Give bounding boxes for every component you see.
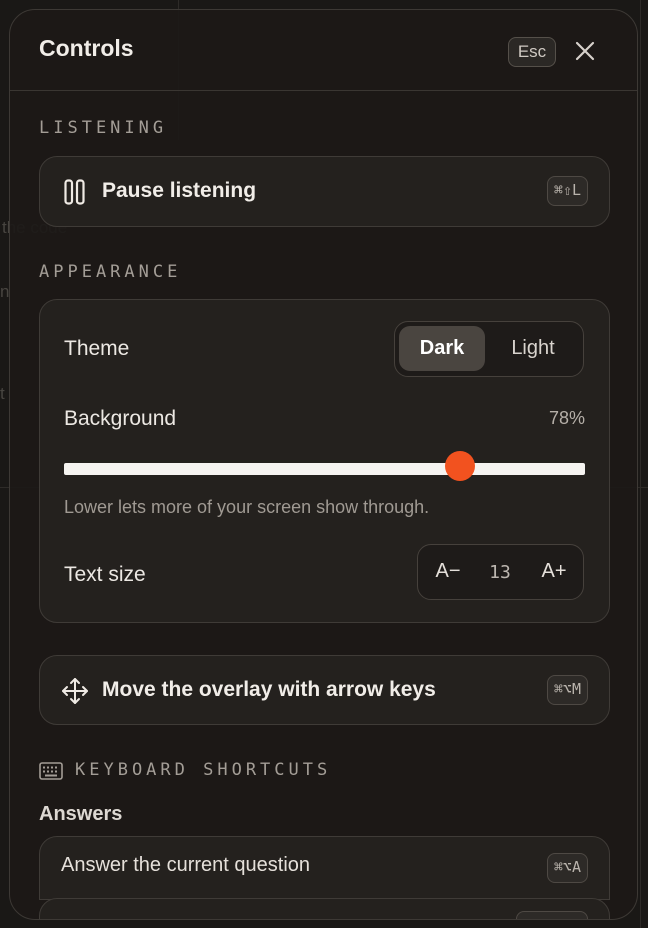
shortcuts-section-label: KEYBOARD SHORTCUTS (75, 760, 332, 780)
text-size-increase-button[interactable]: A+ (526, 545, 582, 598)
background-hint: Lower lets more of your screen show thro… (64, 497, 430, 517)
shortcut-row-label: Answer the current question (61, 854, 311, 876)
theme-option-dark[interactable]: Dark (399, 326, 485, 371)
shortcut-row[interactable] (39, 898, 610, 919)
text-size-decrease-button[interactable]: A− (420, 545, 476, 598)
move-overlay-button[interactable]: Move the overlay with arrow keys ⌘⌥M (39, 655, 610, 725)
move-arrows-icon (62, 678, 88, 704)
pause-icon (64, 179, 85, 205)
pause-shortcut-hint: ⌘⇧L (546, 176, 588, 206)
close-icon[interactable] (573, 39, 597, 63)
background-percentage: 78% (548, 408, 585, 428)
move-shortcut-hint: ⌘⌥M (546, 675, 588, 705)
keyboard-icon (39, 762, 63, 780)
controls-panel: Controls Esc LISTENING Pause listening ⌘… (9, 9, 638, 920)
text-size-stepper: A− 13 A+ (417, 544, 584, 600)
background-slider[interactable] (64, 463, 585, 475)
pause-listening-label: Pause listening (102, 179, 257, 202)
theme-label: Theme (64, 337, 130, 360)
move-overlay-label: Move the overlay with arrow keys (102, 678, 436, 701)
text-size-label: Text size (64, 563, 146, 586)
appearance-section-label: APPEARANCE (39, 262, 182, 282)
background-label: Background (64, 407, 177, 430)
shortcut-row[interactable]: Answer the current question ⌘⌥A (39, 836, 610, 900)
listening-section-label: LISTENING (39, 118, 168, 138)
appearance-card: Theme Dark Light Background 78% Lower le… (39, 299, 610, 623)
panel-title: Controls (39, 35, 134, 61)
shortcut-row-key: ⌘⌥A (546, 853, 588, 883)
answers-group-title: Answers (39, 803, 123, 825)
esc-key-hint: Esc (508, 37, 556, 67)
theme-option-light[interactable]: Light (487, 326, 579, 371)
panel-header: Controls Esc (10, 10, 637, 91)
shortcut-row-key (516, 911, 588, 919)
theme-toggle: Dark Light (394, 321, 584, 377)
pause-listening-button[interactable]: Pause listening ⌘⇧L (39, 156, 610, 227)
text-size-value: 13 (489, 562, 511, 583)
background-slider-thumb[interactable] (444, 451, 475, 481)
